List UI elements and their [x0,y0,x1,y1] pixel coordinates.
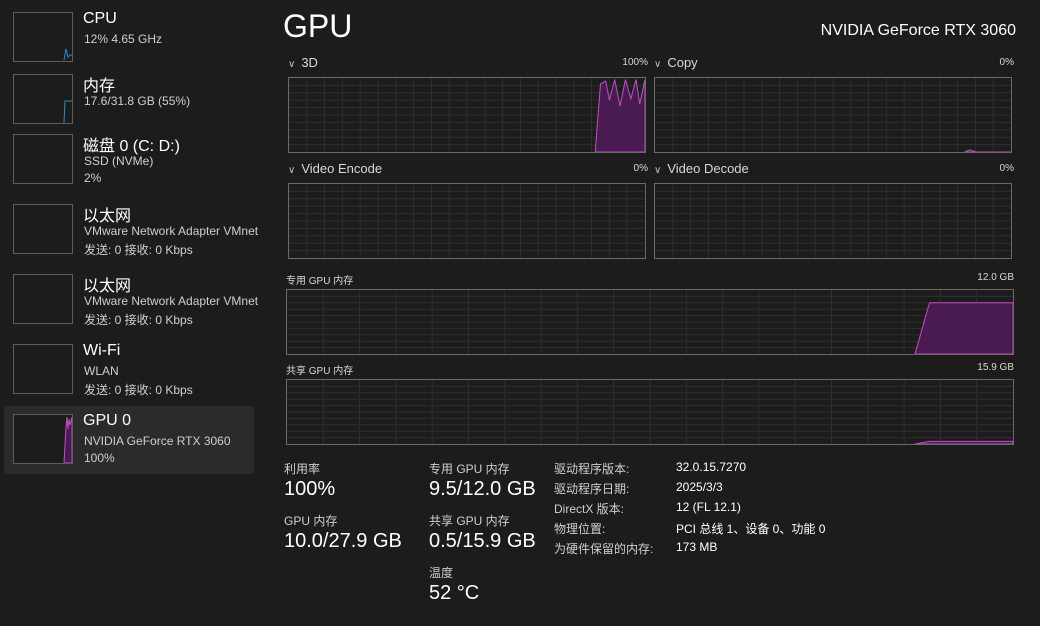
graph-encode-max: 0% [633,163,648,174]
sidebar-item-sub2: 发送: 0 接收: 0 Kbps [84,383,193,397]
sidebar-item-sub: 17.6/31.8 GB (55%) [84,94,191,108]
disk-thumbnail-graph [13,134,73,184]
shared-memory-value: 0.5/15.9 GB [429,530,536,552]
graph-copy-max: 0% [999,57,1014,68]
driver-date-value: 2025/3/3 [676,480,723,494]
sidebar-item-disk[interactable]: 磁盘 0 (C: D:) SSD (NVMe) 2% [4,126,254,194]
sidebar: CPU 12% 4.65 GHz 内存 17.6/31.8 GB (55%) 磁… [0,0,258,626]
sidebar-item-title: 内存 [83,78,116,95]
gpu-memory-label: GPU 内存 [284,514,338,528]
graph-dedicated-max: 12.0 GB [977,272,1014,283]
graph-encode-label: Video Encode [301,161,383,176]
sidebar-item-memory[interactable]: 内存 17.6/31.8 GB (55%) [4,66,254,134]
sidebar-item-title: Wi-Fi [83,342,121,359]
sidebar-item-sub2: 发送: 0 接收: 0 Kbps [84,243,193,257]
graph-video-decode [654,183,1012,259]
sidebar-item-title: GPU 0 [83,412,132,429]
sidebar-item-sub: NVIDIA GeForce RTX 3060 [84,434,231,448]
utilization-label: 利用率 [284,462,321,476]
sidebar-item-sub: VMware Network Adapter VMnet1 [84,224,258,238]
hardware-reserved-key: 为硬件保留的内存: [554,542,654,556]
graph-decode-max: 0% [999,163,1014,174]
directx-version-value: 12 (FL 12.1) [676,500,741,514]
utilization-value: 100% [284,478,336,500]
graph-dedicated-memory [286,289,1014,355]
sidebar-item-gpu[interactable]: GPU 0 NVIDIA GeForce RTX 3060 100% [4,406,254,474]
sidebar-item-sub: 12% 4.65 GHz [84,32,163,46]
cpu-thumbnail-graph [13,12,73,62]
graph-3d-label: 3D [301,55,318,70]
sidebar-item-sub2: 2% [84,171,102,185]
graph-3d [288,77,646,153]
wifi-thumbnail-graph [13,344,73,394]
chevron-down-icon: ∨ [288,165,296,176]
sidebar-item-sub: SSD (NVMe) [84,154,154,168]
sidebar-item-sub2: 100% [84,451,115,465]
memory-thumbnail-graph [13,74,73,124]
hardware-reserved-value: 173 MB [676,540,718,554]
graph-decode-label: Video Decode [667,161,749,176]
graph-encode-selector[interactable]: ∨ Video Encode [288,161,382,176]
chevron-down-icon: ∨ [654,165,662,176]
driver-version-value: 32.0.15.7270 [676,460,747,474]
ethernet-thumbnail-graph [13,274,73,324]
gpu-memory-value: 10.0/27.9 GB [284,530,402,552]
graph-dedicated-label: 专用 GPU 内存 [286,276,354,287]
driver-date-key: 驱动程序日期: [554,482,630,496]
dedicated-memory-value: 9.5/12.0 GB [429,478,536,500]
shared-memory-label: 共享 GPU 内存 [429,514,510,528]
graph-decode-selector[interactable]: ∨ Video Decode [654,161,749,176]
gpu-thumbnail-graph [13,414,73,464]
graph-3d-selector[interactable]: ∨ 3D [288,55,318,70]
sidebar-item-title: CPU [83,10,117,27]
temperature-label: 温度 [429,566,454,580]
sidebar-item-ethernet-1[interactable]: 以太网 VMware Network Adapter VMnet1 发送: 0 … [4,196,258,264]
sidebar-item-wifi[interactable]: Wi-Fi WLAN 发送: 0 接收: 0 Kbps [4,336,254,404]
graph-copy [654,77,1012,153]
sidebar-item-cpu[interactable]: CPU 12% 4.65 GHz [4,4,254,72]
graph-copy-label: Copy [667,55,698,70]
physical-location-value: PCI 总线 1、设备 0、功能 0 [676,522,826,536]
sidebar-item-title: 以太网 [83,278,132,295]
graph-video-encode [288,183,646,259]
sidebar-item-title: 磁盘 0 (C: D:) [83,138,180,155]
sidebar-item-sub2: 发送: 0 接收: 0 Kbps [84,313,193,327]
graph-shared-max: 15.9 GB [977,362,1014,373]
graph-copy-selector[interactable]: ∨ Copy [654,55,698,70]
driver-version-key: 驱动程序版本: [554,462,630,476]
sidebar-item-title: 以太网 [83,208,132,225]
temperature-value: 52 °C [429,582,480,604]
dedicated-memory-label: 专用 GPU 内存 [429,462,510,476]
chevron-down-icon: ∨ [288,59,296,70]
physical-location-key: 物理位置: [554,522,606,536]
sidebar-item-sub: VMware Network Adapter VMnet8 [84,294,258,308]
graph-3d-max: 100% [622,57,648,68]
sidebar-item-sub: WLAN [84,364,119,378]
device-name: NVIDIA GeForce RTX 3060 [820,22,1016,39]
sidebar-item-ethernet-2[interactable]: 以太网 VMware Network Adapter VMnet8 发送: 0 … [4,266,258,334]
graph-shared-label: 共享 GPU 内存 [286,366,354,377]
chevron-down-icon: ∨ [654,59,662,70]
graph-shared-memory [286,379,1014,445]
directx-version-key: DirectX 版本: [554,502,625,516]
ethernet-thumbnail-graph [13,204,73,254]
page-title: GPU [283,8,353,44]
